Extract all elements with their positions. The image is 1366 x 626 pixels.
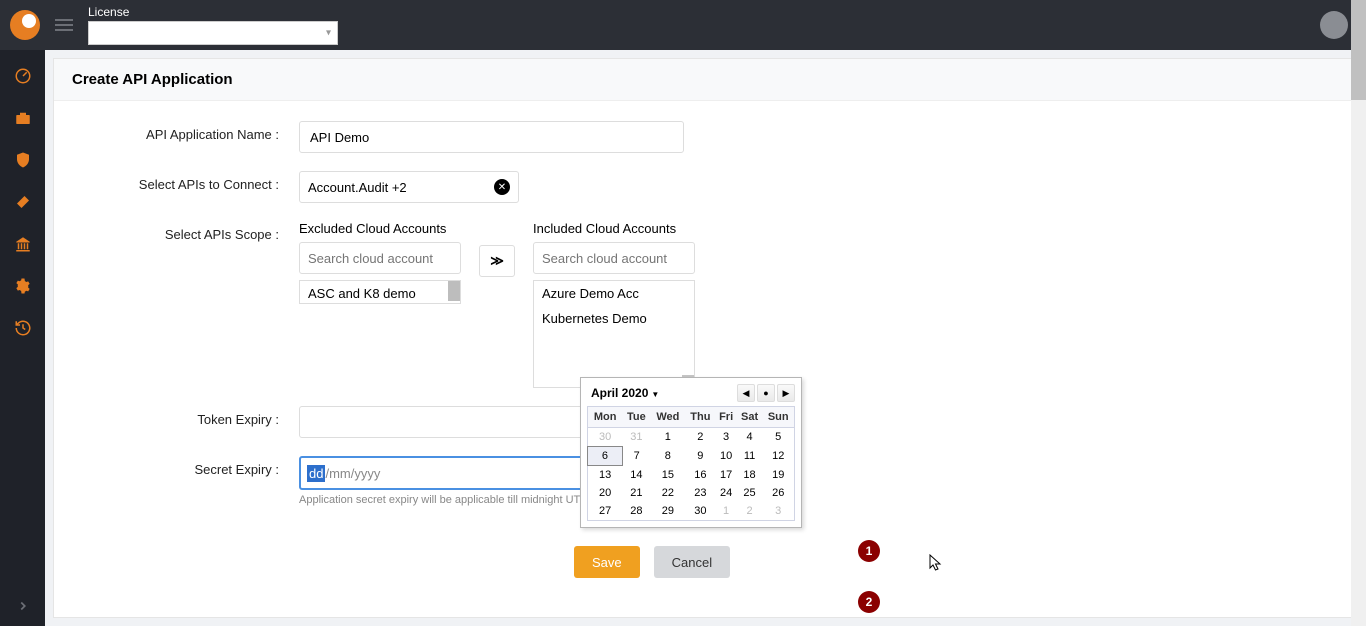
next-month-button[interactable]: ▶	[777, 384, 795, 402]
day-header: Fri	[716, 407, 737, 428]
calendar-day[interactable]: 7	[622, 447, 650, 466]
secret-dd-segment: dd	[307, 465, 325, 482]
secret-expiry-label: Secret Expiry :	[74, 456, 299, 477]
calendar-day[interactable]: 6	[588, 447, 623, 466]
sidebar-expand-icon[interactable]	[13, 596, 33, 616]
top-bar: License ▾	[0, 0, 1366, 50]
calendar-day[interactable]: 11	[737, 447, 763, 466]
panel-header: Create API Application	[54, 59, 1357, 101]
calendar-day[interactable]: 5	[762, 428, 794, 447]
dashboard-icon[interactable]	[13, 66, 33, 86]
calendar-day[interactable]: 21	[622, 484, 650, 502]
calendar-day[interactable]: 23	[685, 484, 715, 502]
apis-connect-label: Select APIs to Connect :	[74, 171, 299, 192]
calendar-day[interactable]: 1	[651, 428, 686, 447]
scrollbar-thumb[interactable]	[448, 281, 460, 301]
avatar[interactable]	[1320, 11, 1348, 39]
calendar-day[interactable]: 14	[622, 466, 650, 485]
calendar-day[interactable]: 13	[588, 466, 623, 485]
day-header: Wed	[651, 407, 686, 428]
app-name-label: API Application Name :	[74, 121, 299, 142]
history-icon[interactable]	[13, 318, 33, 338]
included-search-input[interactable]	[533, 242, 695, 274]
calendar-day[interactable]: 9	[685, 447, 715, 466]
calendar-day[interactable]: 3	[716, 428, 737, 447]
calendar-day[interactable]: 4	[737, 428, 763, 447]
calendar-day[interactable]: 26	[762, 484, 794, 502]
calendar-day[interactable]: 17	[716, 466, 737, 485]
calendar-day[interactable]: 10	[716, 447, 737, 466]
list-item[interactable]: Kubernetes Demo	[534, 306, 694, 331]
calendar-day[interactable]: 2	[685, 428, 715, 447]
license-select[interactable]: ▾	[88, 21, 338, 45]
day-header: Thu	[685, 407, 715, 428]
calendar-day[interactable]: 1	[716, 502, 737, 521]
calendar-day[interactable]: 31	[622, 428, 650, 447]
calendar-day[interactable]: 15	[651, 466, 686, 485]
calendar-day[interactable]: 19	[762, 466, 794, 485]
calendar-day[interactable]: 22	[651, 484, 686, 502]
excluded-title: Excluded Cloud Accounts	[299, 221, 461, 236]
day-header: Tue	[622, 407, 650, 428]
calendar-day[interactable]: 2	[737, 502, 763, 521]
calendar-day[interactable]: 18	[737, 466, 763, 485]
calendar-day[interactable]: 27	[588, 502, 623, 521]
list-item[interactable]: ASC and K8 demo	[300, 281, 460, 304]
cursor-icon	[929, 554, 943, 575]
tool-icon[interactable]	[13, 192, 33, 212]
toolbox-icon[interactable]	[13, 108, 33, 128]
list-item[interactable]: Azure Demo Acc	[534, 281, 694, 306]
content-area: Create API Application API Application N…	[45, 50, 1366, 626]
excluded-list[interactable]: ASC and K8 demo	[299, 280, 461, 304]
day-header: Sat	[737, 407, 763, 428]
calendar-day[interactable]: 28	[622, 502, 650, 521]
panel: Create API Application API Application N…	[53, 58, 1358, 618]
cancel-button[interactable]: Cancel	[654, 546, 730, 578]
shield-icon[interactable]	[13, 150, 33, 170]
calendar-day[interactable]: 20	[588, 484, 623, 502]
calendar-day[interactable]: 12	[762, 447, 794, 466]
page-title: Create API Application	[72, 71, 1339, 88]
app-logo	[10, 10, 40, 40]
calendar-day[interactable]: 3	[762, 502, 794, 521]
settings-icon[interactable]	[13, 276, 33, 296]
month-selector[interactable]: April 2020▼	[587, 386, 659, 400]
hamburger-icon[interactable]	[55, 19, 73, 31]
calendar-day[interactable]: 29	[651, 502, 686, 521]
day-header: Mon	[588, 407, 623, 428]
prev-month-button[interactable]: ◀	[737, 384, 755, 402]
date-picker: April 2020▼ ◀ ● ▶ MonTueWedThuFriSatSun …	[580, 377, 802, 528]
included-list[interactable]: Azure Demo Acc Kubernetes Demo	[533, 280, 695, 388]
calendar-day[interactable]: 8	[651, 447, 686, 466]
annotation-1: 1	[858, 540, 880, 562]
day-header: Sun	[762, 407, 794, 428]
calendar-day[interactable]: 30	[685, 502, 715, 521]
license-label: License	[88, 5, 338, 19]
apis-scope-label: Select APIs Scope :	[74, 221, 299, 242]
scrollbar-thumb[interactable]	[1351, 0, 1366, 100]
excluded-search-input[interactable]	[299, 242, 461, 274]
included-title: Included Cloud Accounts	[533, 221, 695, 236]
today-button[interactable]: ●	[757, 384, 775, 402]
calendar-grid: MonTueWedThuFriSatSun 303112345678910111…	[587, 406, 795, 521]
caret-down-icon: ▼	[651, 390, 659, 399]
chevron-down-icon: ▾	[326, 28, 331, 39]
token-expiry-label: Token Expiry :	[74, 406, 299, 427]
calendar-day[interactable]: 24	[716, 484, 737, 502]
move-right-button[interactable]: ≫	[479, 245, 515, 277]
app-name-input[interactable]	[299, 121, 684, 153]
license-selector: License ▾	[88, 5, 338, 45]
apis-connect-combo[interactable]: Account.Audit +2 ✕	[299, 171, 519, 203]
secret-rest-segment: /mm/yyyy	[325, 466, 380, 481]
annotation-2: 2	[858, 591, 880, 613]
calendar-day[interactable]: 16	[685, 466, 715, 485]
calendar-day[interactable]: 30	[588, 428, 623, 447]
calendar-day[interactable]: 25	[737, 484, 763, 502]
institution-icon[interactable]	[13, 234, 33, 254]
apis-connect-value: Account.Audit +2	[308, 180, 494, 195]
clear-selection-icon[interactable]: ✕	[494, 179, 510, 195]
sidebar	[0, 50, 45, 626]
save-button[interactable]: Save	[574, 546, 640, 578]
page-scrollbar[interactable]	[1351, 0, 1366, 626]
